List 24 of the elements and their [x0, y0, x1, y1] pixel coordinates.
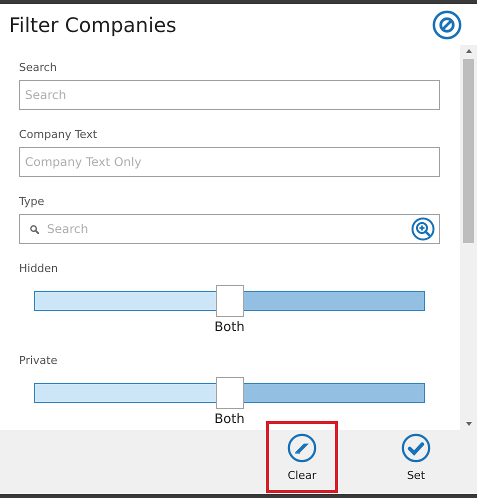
- slider-value: Both: [213, 320, 246, 336]
- search-icon: [29, 224, 40, 234]
- field-label: Hidden: [19, 262, 58, 275]
- slider-thumb[interactable]: [216, 285, 244, 317]
- field-label: Company Text: [19, 128, 98, 141]
- zoom-in-icon[interactable]: [411, 217, 435, 241]
- eraser-icon: [287, 432, 317, 462]
- slider-track[interactable]: [34, 285, 425, 317]
- search-input[interactable]: Search: [46, 222, 405, 236]
- slider-value: Both: [213, 412, 246, 428]
- footer-button[interactable]: Clear: [266, 421, 338, 493]
- checkmark-icon: [401, 432, 431, 462]
- input-field[interactable]: Search: [19, 80, 440, 110]
- cancel-icon[interactable]: [432, 10, 462, 40]
- slider-track[interactable]: [34, 377, 425, 409]
- slider-thumb[interactable]: [216, 377, 244, 409]
- field-label: Type: [19, 195, 44, 208]
- scrollbar[interactable]: [460, 45, 477, 430]
- search-field[interactable]: Search: [19, 214, 440, 244]
- field-label: Search: [19, 61, 57, 74]
- dialog-title: Filter Companies: [9, 12, 176, 36]
- footer-button[interactable]: Set: [380, 421, 452, 493]
- input-field[interactable]: Company Text Only: [19, 147, 440, 177]
- field-label: Private: [19, 354, 58, 367]
